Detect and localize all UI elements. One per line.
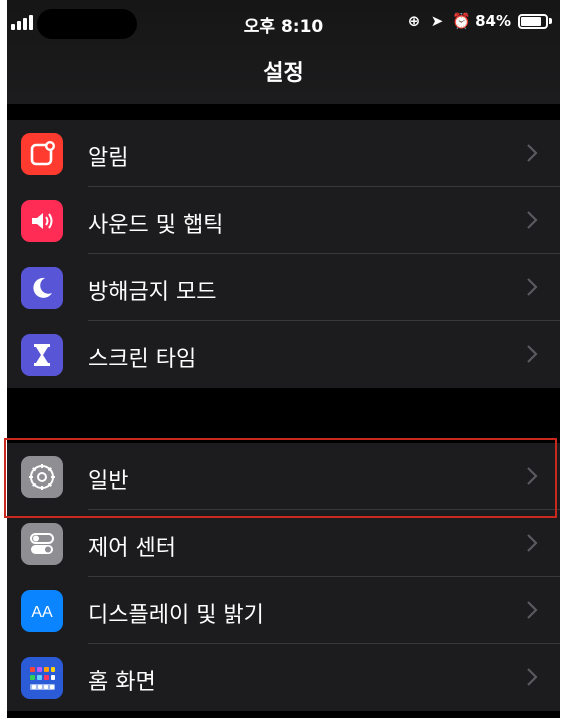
settings-row-label: 방해금지 모드 xyxy=(88,280,217,305)
settings-row-do-not-disturb[interactable]: 방해금지 모드 xyxy=(7,254,560,321)
status-bar: 오후 8:10 ⊕ ➤ ⏰ 84% xyxy=(7,0,560,44)
status-right-icons: ⊕ ➤ ⏰ 84% xyxy=(406,12,552,30)
chevron-right-icon xyxy=(527,345,538,363)
settings-row-screen-time[interactable]: 스크린 타임 xyxy=(7,321,560,388)
home-grid-icon xyxy=(21,657,63,699)
settings-screen: 오후 8:10 ⊕ ➤ ⏰ 84% 설정 알림 사운드 및 햅틱 방해금지 모드… xyxy=(7,0,560,718)
battery-tip xyxy=(549,18,552,24)
display-aa-icon: AA xyxy=(21,590,63,632)
settings-row-display-brightness[interactable]: AA 디스플레이 및 밝기 xyxy=(7,577,560,644)
alarm-icon: ⏰ xyxy=(452,12,471,30)
settings-row-label: 사운드 및 햅틱 xyxy=(88,213,224,238)
chevron-right-icon xyxy=(527,211,538,229)
settings-row-sounds[interactable]: 사운드 및 햅틱 xyxy=(7,187,560,254)
page-title: 설정 xyxy=(263,61,304,86)
settings-row-label: 홈 화면 xyxy=(88,670,156,695)
settings-row-label: 스크린 타임 xyxy=(88,347,197,372)
svg-text:AA: AA xyxy=(31,604,53,621)
chevron-right-icon xyxy=(527,144,538,162)
chevron-right-icon xyxy=(527,601,538,619)
hourglass-icon xyxy=(21,334,63,376)
settings-row-label: 제어 센터 xyxy=(88,536,176,561)
chevron-right-icon xyxy=(527,278,538,296)
header: 오후 8:10 ⊕ ➤ ⏰ 84% 설정 xyxy=(7,0,560,104)
battery-percent: 84% xyxy=(475,12,511,30)
chevron-right-icon xyxy=(527,668,538,686)
settings-row-home-screen[interactable]: 홈 화면 xyxy=(7,644,560,711)
battery-icon xyxy=(518,13,548,29)
toggles-icon xyxy=(21,523,63,565)
location-icon: ➤ xyxy=(430,12,444,30)
settings-row-control-center[interactable]: 제어 센터 xyxy=(7,510,560,577)
speaker-icon xyxy=(21,200,63,242)
settings-row-label: 알림 xyxy=(88,146,129,171)
settings-row-label: 디스플레이 및 밝기 xyxy=(88,603,264,628)
chevron-right-icon xyxy=(527,534,538,552)
settings-row-notifications[interactable]: 알림 xyxy=(7,120,560,187)
settings-group-1: 알림 사운드 및 햅틱 방해금지 모드 스크린 타임 xyxy=(7,120,560,388)
notifications-icon xyxy=(21,133,63,175)
highlight-box xyxy=(4,438,557,518)
rotation-lock-icon: ⊕ xyxy=(407,12,421,30)
moon-icon xyxy=(21,267,63,309)
